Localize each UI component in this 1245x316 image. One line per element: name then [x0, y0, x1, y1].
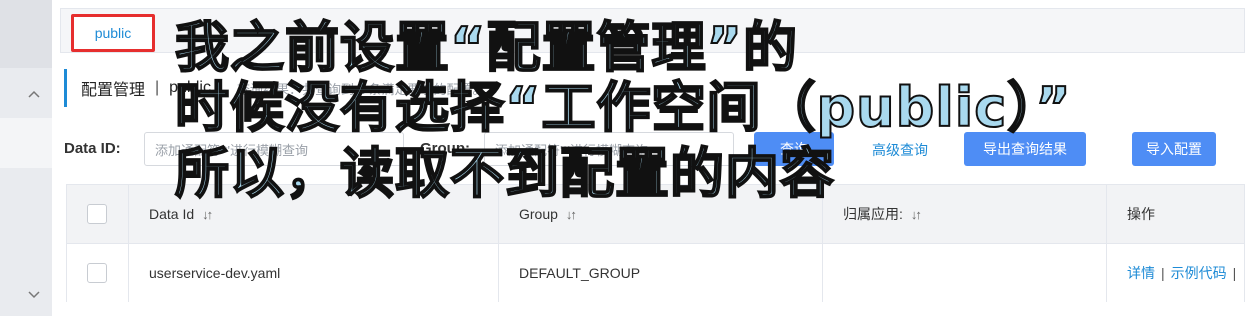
- row-app: [823, 244, 1107, 302]
- namespace-bar: public: [60, 8, 1245, 53]
- chevron-down-icon[interactable]: [27, 287, 41, 301]
- import-button[interactable]: 导入配置: [1132, 132, 1216, 166]
- group-input[interactable]: 添加通配符'*'进行模糊查询: [484, 132, 734, 166]
- title-accent-bar: [64, 69, 67, 107]
- table-header: Data Id ↓↑ Group ↓↑ 归属应用: ↓↑ 操作: [67, 185, 1244, 244]
- data-id-label: Data ID:: [64, 140, 121, 157]
- select-all-cell: [67, 185, 129, 243]
- export-button[interactable]: 导出查询结果: [964, 132, 1086, 166]
- query-result-hint: 查询结果：共查询到 1 条满足要求的配置。: [236, 81, 486, 97]
- title-namespace: public: [169, 79, 211, 96]
- row-checkbox[interactable]: [87, 263, 107, 283]
- header-data-id-label: Data Id: [149, 206, 195, 222]
- config-table: Data Id ↓↑ Group ↓↑ 归属应用: ↓↑ 操作 userserv…: [66, 184, 1245, 302]
- sidebar-section-active[interactable]: [0, 118, 52, 168]
- group-label: Group:: [420, 140, 470, 157]
- header-app-label: 归属应用:: [843, 206, 903, 222]
- header-ops: 操作: [1107, 185, 1245, 243]
- op-separator: |: [1161, 265, 1165, 281]
- data-id-input[interactable]: 添加通配符'*'进行模糊查询: [144, 132, 404, 166]
- sort-icon[interactable]: ↓↑: [566, 207, 577, 222]
- title-separator: |: [155, 79, 160, 96]
- main-content: public 配置管理 | public 查询结果：共查询到 1 条满足要求的配…: [52, 0, 1245, 316]
- row-data-id: userservice-dev.yaml: [129, 244, 499, 302]
- query-button[interactable]: 查询: [754, 132, 834, 166]
- header-group[interactable]: Group ↓↑: [499, 185, 823, 243]
- header-group-label: Group: [519, 206, 558, 222]
- table-row: userservice-dev.yaml DEFAULT_GROUP 详情 | …: [67, 244, 1244, 302]
- sort-icon[interactable]: ↓↑: [911, 207, 922, 222]
- advanced-query-link[interactable]: 高级查询: [872, 140, 928, 160]
- sort-icon[interactable]: ↓↑: [202, 207, 213, 222]
- row-select-cell: [67, 244, 129, 302]
- page-title-row: 配置管理 | public 查询结果：共查询到 1 条满足要求的配置。: [64, 69, 485, 107]
- op-separator: |: [1232, 265, 1237, 281]
- row-group: DEFAULT_GROUP: [499, 244, 823, 302]
- header-data-id[interactable]: Data Id ↓↑: [129, 185, 499, 243]
- header-ops-label: 操作: [1127, 206, 1155, 222]
- sample-code-link[interactable]: 示例代码: [1171, 263, 1227, 283]
- namespace-item-public[interactable]: public: [71, 14, 155, 52]
- row-ops: 详情 | 示例代码 |: [1107, 244, 1245, 302]
- filter-row: Data ID: 添加通配符'*'进行模糊查询 Group: 添加通配符'*'进…: [64, 132, 1245, 168]
- sidebar-section: [0, 0, 52, 68]
- page-title: 配置管理: [81, 82, 146, 99]
- select-all-checkbox[interactable]: [87, 204, 107, 224]
- sidebar: [0, 0, 52, 316]
- detail-link[interactable]: 详情: [1127, 263, 1155, 283]
- chevron-up-icon[interactable]: [27, 88, 41, 102]
- header-app[interactable]: 归属应用: ↓↑: [823, 185, 1107, 243]
